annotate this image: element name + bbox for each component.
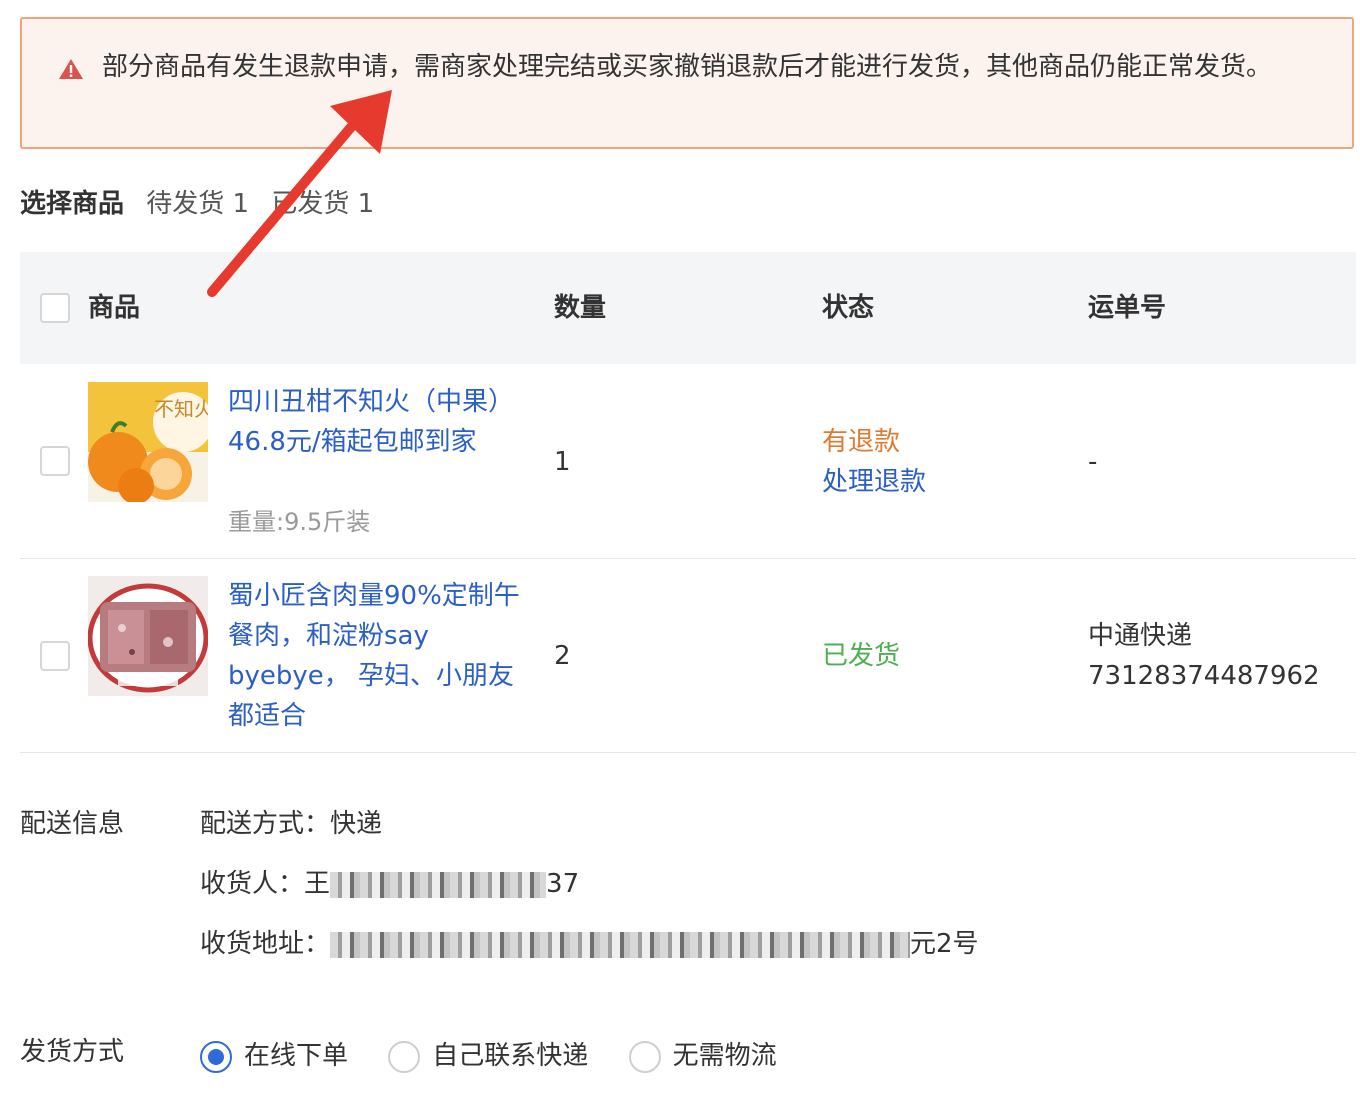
delivery-method: 配送方式：快递 [200,809,383,839]
table-row: 不知火 四川丑柑不知火（中果） 46.8元/箱起包邮到家 重量:9.5斤装 1 … [20,364,1356,559]
select-products-title: 选择商品 [20,189,125,219]
select-products-bar: 选择商品 待发货 1 已发货 1 [20,184,388,224]
delivery-info-label: 配送信息 [20,809,125,839]
address-line: 收货地址： 元2号 [200,924,979,964]
quantity-value: 2 [554,641,571,671]
table-row: 蜀小匠含肉量90%定制午餐肉，和淀粉say byebye， 孕妇、小朋友都适合 … [20,559,1356,753]
address-redacted [330,931,911,958]
product-thumbnail-luncheon-meat[interactable] [88,576,208,696]
option-self-contact-label[interactable]: 自己联系快递 [432,1034,588,1078]
header-waybill: 运单号 [1088,293,1167,323]
option-no-logistics-label[interactable]: 无需物流 [673,1034,777,1078]
courier-name: 中通快递 [1088,621,1193,651]
shipped-status: 已发货 [822,641,901,671]
table-header: 商品 数量 状态 运单号 [20,252,1356,364]
product-title-link[interactable]: 蜀小匠含肉量90%定制午餐肉，和淀粉say byebye， 孕妇、小朋友都适合 [228,576,528,736]
select-all-checkbox[interactable] [40,293,70,323]
shipping-method-options: 在线下单 自己联系快递 无需物流 [200,1034,809,1078]
pending-count-tab[interactable]: 待发货 1 [146,189,249,219]
quantity-value: 1 [554,447,571,477]
radio-no-logistics[interactable] [628,1040,661,1073]
radio-self-contact[interactable] [388,1040,421,1073]
receiver-line: 收货人：王 37 [200,864,579,904]
waybill-number: 73128374487962 [1088,661,1320,691]
product-spec: 重量:9.5斤装 [228,508,371,536]
row-checkbox[interactable] [40,641,70,671]
header-status: 状态 [822,293,875,323]
refund-status: 有退款 [822,427,901,457]
receiver-redacted [330,871,547,898]
handle-refund-link[interactable]: 处理退款 [822,462,926,502]
header-product: 商品 [88,293,141,323]
address-end: 元2号 [910,929,979,959]
refund-warning-banner: 部分商品有发生退款申请，需商家处理完结或买家撤销退款后才能进行发货，其他商品仍能… [20,17,1354,149]
warning-text: 部分商品有发生退款申请，需商家处理完结或买家撤销退款后才能进行发货，其他商品仍能… [102,52,1273,82]
option-online-order-label[interactable]: 在线下单 [244,1034,348,1078]
address-label: 收货地址： [200,929,331,959]
shipping-method-label: 发货方式 [20,1037,125,1067]
row-checkbox[interactable] [40,446,70,476]
product-thumbnail-orange[interactable]: 不知火 [88,382,208,502]
header-quantity: 数量 [554,293,607,323]
radio-online-order[interactable] [200,1040,232,1073]
waybill-value: - [1088,447,1098,477]
product-title-link[interactable]: 四川丑柑不知火（中果） 46.8元/箱起包邮到家 [228,382,528,462]
shipped-count-tab[interactable]: 已发货 1 [271,189,374,219]
receiver-label: 收货人： [200,869,305,899]
warning-icon [59,59,83,79]
thumb-label: 不知火 [154,397,208,421]
receiver-name-start: 王 [304,869,331,899]
receiver-phone-end: 37 [546,869,580,899]
